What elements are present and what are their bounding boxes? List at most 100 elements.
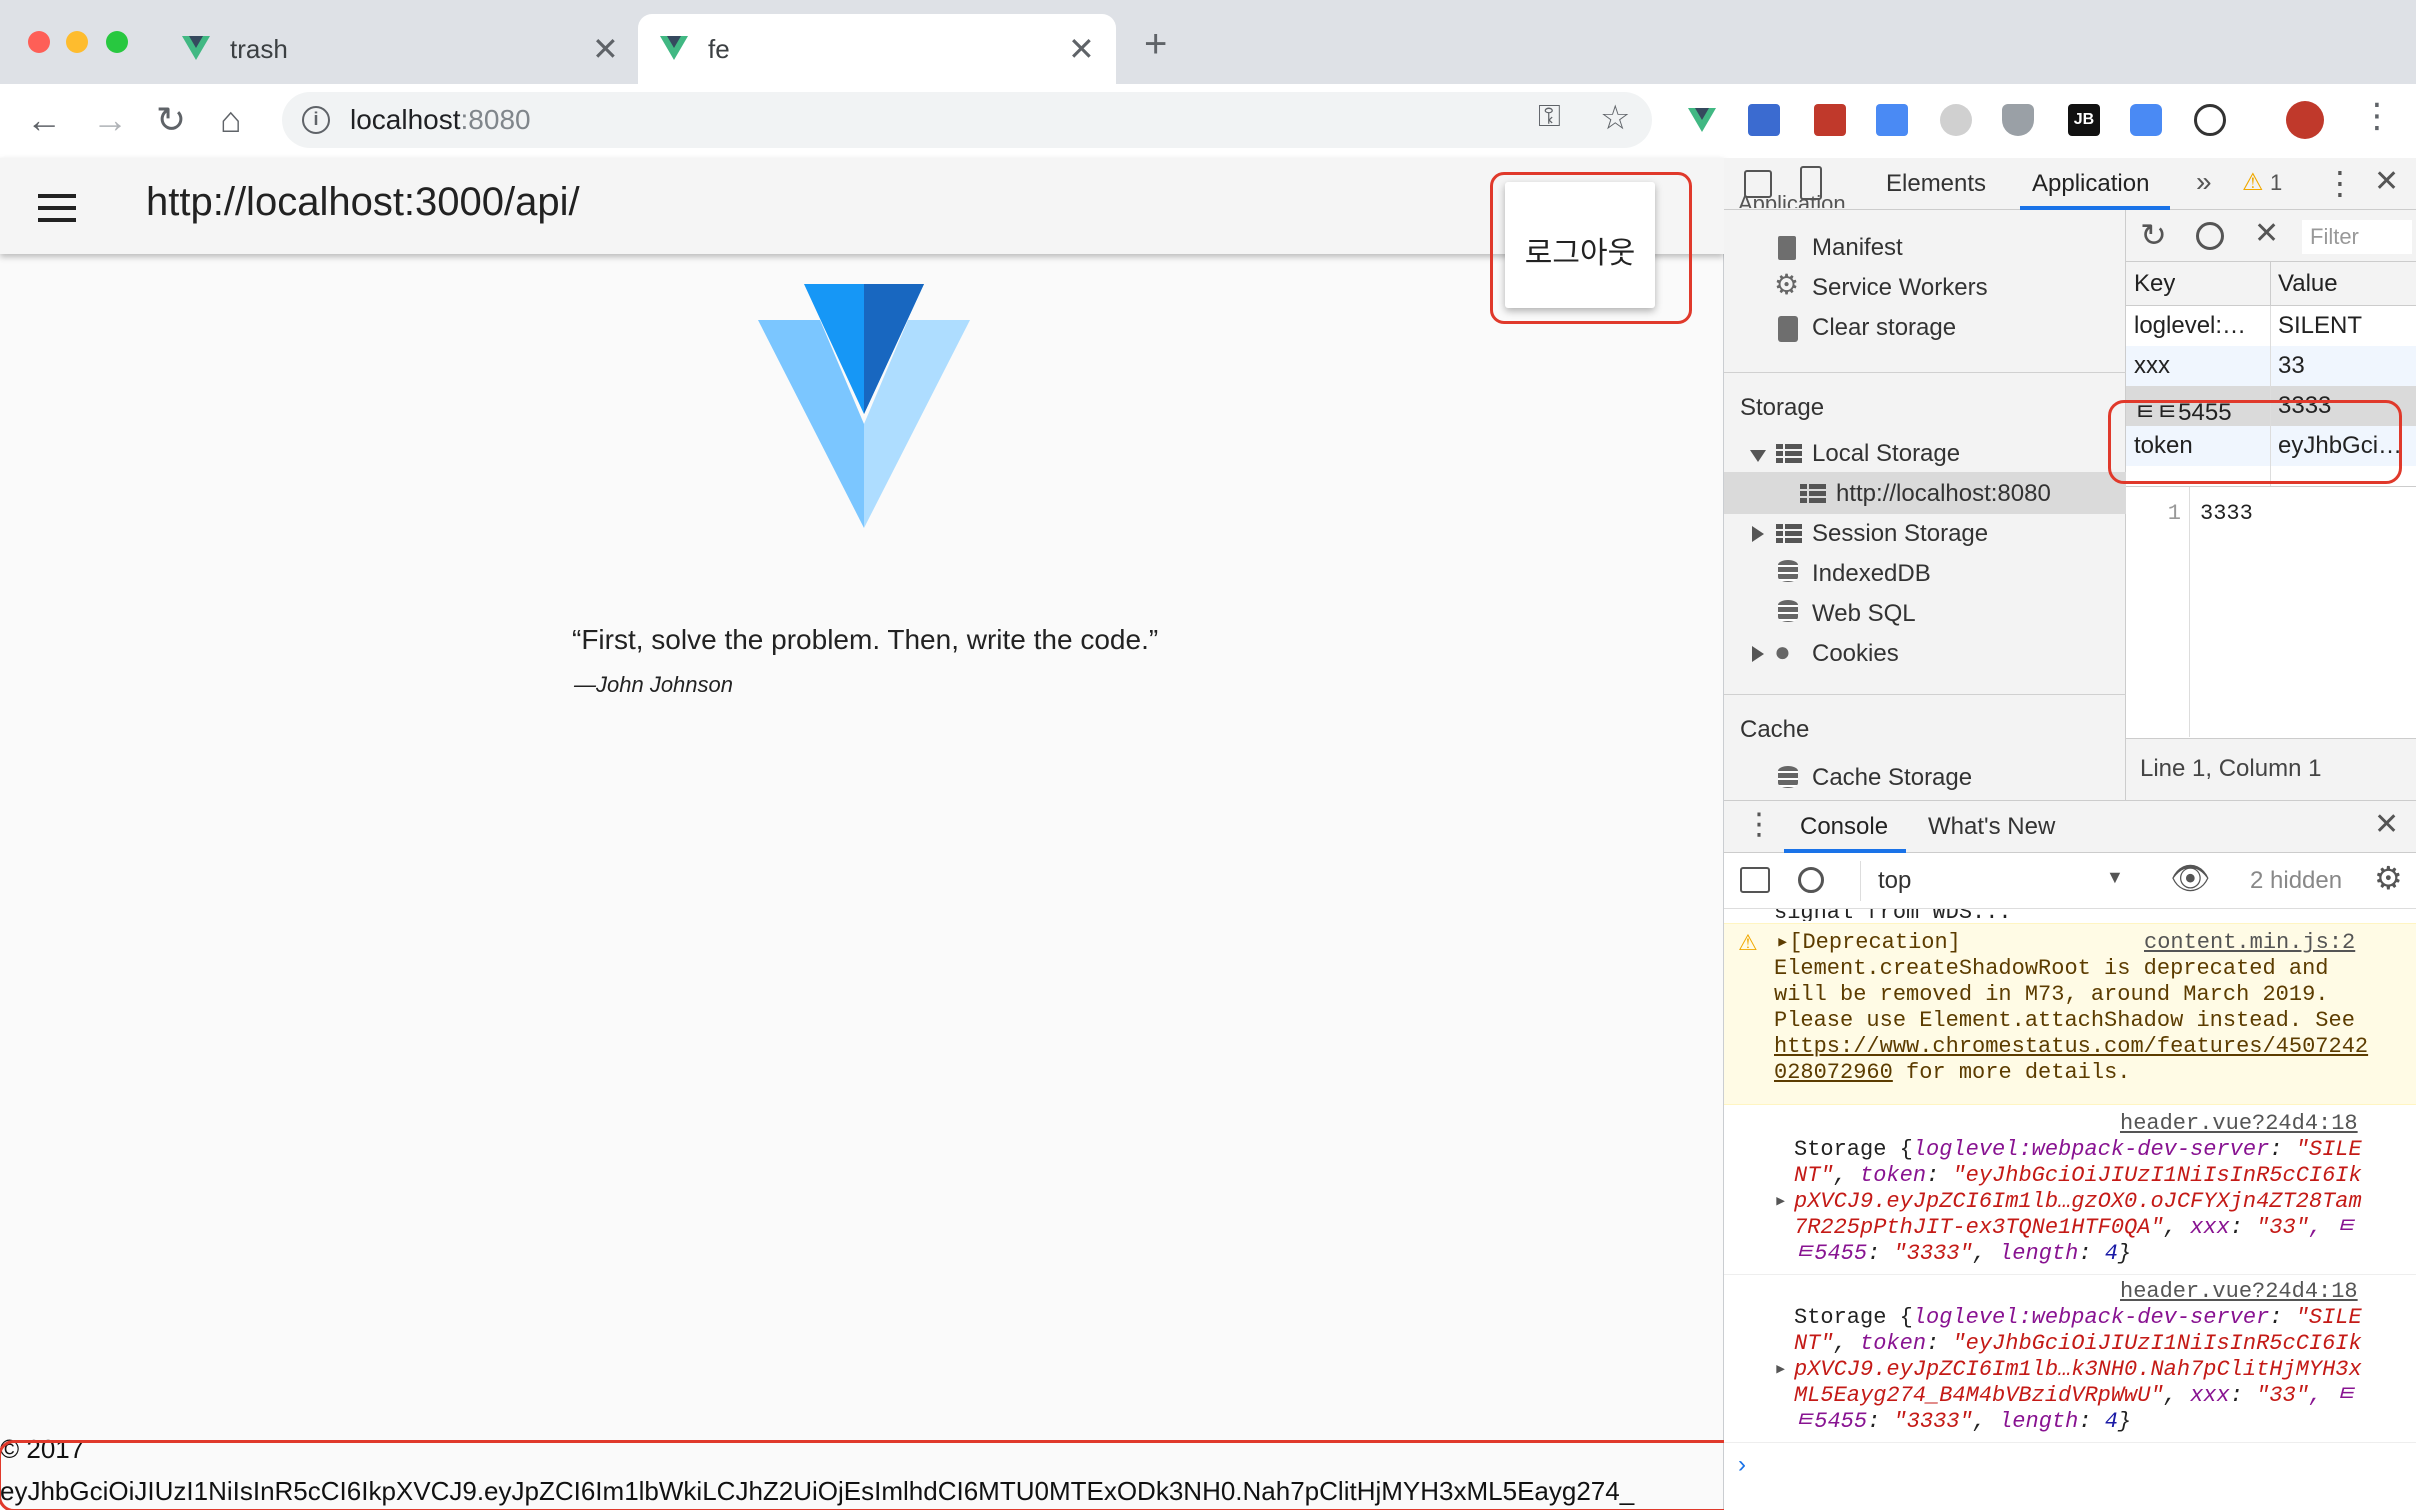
clear-console-icon[interactable] xyxy=(1798,867,1824,893)
table-icon xyxy=(1776,524,1802,544)
warning-icon[interactable]: ⚠ xyxy=(2242,168,2264,197)
annotation-box xyxy=(0,1440,1746,1510)
sidebar-item-local-storage[interactable]: Local Storage xyxy=(1812,440,1960,468)
bookmark-star-icon[interactable]: ☆ xyxy=(1600,98,1630,138)
clear-all-icon[interactable] xyxy=(2196,222,2224,250)
origin-label: http://localhost:8080 xyxy=(1836,480,2051,507)
console-message: signal from WDS... xyxy=(1774,909,2012,921)
table-row[interactable]: xxx 33 xyxy=(2126,346,2416,386)
log-line: Storage {loglevel:webpack-dev-server: "S… xyxy=(1794,1305,2362,1330)
log-line: NT", token: "eyJhbGciOiJIUzI1NiIsInR5cCI… xyxy=(1794,1163,2362,1188)
address-bar[interactable]: i localhost:8080 ⚿ ☆ xyxy=(282,92,1652,148)
source-link[interactable]: content.min.js:2 xyxy=(2144,930,2355,956)
maximize-window-button[interactable] xyxy=(106,31,128,53)
source-link[interactable]: header.vue?24d4:18 xyxy=(2120,1279,2358,1305)
sidebar-item-localhost-origin[interactable]: http://localhost:8080 xyxy=(1724,472,2126,514)
key-icon[interactable]: ⚿ xyxy=(1538,100,1561,134)
tab-strip: trash ✕ fe ✕ + xyxy=(0,0,2416,84)
chromestatus-link[interactable]: https://www.chromestatus.com/features/45… xyxy=(1774,1034,2368,1060)
new-tab-button[interactable]: + xyxy=(1144,22,1167,67)
delete-selected-icon[interactable]: ✕ xyxy=(2254,216,2279,251)
deprecation-head[interactable]: ▸[Deprecation] xyxy=(1776,930,1961,956)
sidebar-item-clear-storage[interactable]: Clear storage xyxy=(1812,314,1956,342)
column-header-value[interactable]: Value xyxy=(2278,270,2338,298)
menu-dots-icon[interactable]: ⋮ xyxy=(2360,96,2394,136)
console-input[interactable] xyxy=(1764,1445,2404,1485)
drawer-tabs: ⋮ Console What's New ✕ xyxy=(1724,801,2416,853)
sidebar-item-web-sql[interactable]: Web SQL xyxy=(1812,600,1916,628)
translate-extension-icon[interactable] xyxy=(1876,104,1908,136)
table-header: Key Value xyxy=(2126,262,2416,306)
database-icon xyxy=(1778,560,1798,582)
jetbrains-extension-icon[interactable]: JB xyxy=(2068,104,2100,136)
forward-arrow-icon[interactable]: → xyxy=(92,100,128,140)
console-prompt-icon: › xyxy=(1738,1451,1746,1478)
console-text: will be removed in M73, around March 201… xyxy=(1774,982,2329,1007)
download-extension-icon[interactable] xyxy=(1748,104,1780,136)
tab-elements[interactable]: Elements xyxy=(1886,170,1986,198)
expand-caret-icon[interactable] xyxy=(1752,526,1764,542)
filter-input[interactable]: Filter xyxy=(2302,220,2412,254)
reload-icon[interactable]: ↻ xyxy=(156,100,186,140)
devtools-menu-icon[interactable]: ⋮ xyxy=(2324,164,2356,202)
info-icon[interactable]: i xyxy=(302,106,330,134)
column-header-key[interactable]: Key xyxy=(2134,270,2175,298)
close-tab-icon[interactable]: ✕ xyxy=(1068,30,1095,68)
close-tab-icon[interactable]: ✕ xyxy=(592,30,619,68)
browser-tab-fe[interactable]: fe ✕ xyxy=(638,14,1116,84)
expand-caret-icon[interactable] xyxy=(1750,450,1766,462)
vue-devtools-extension-icon[interactable] xyxy=(1686,104,1718,136)
browser-tab-trash[interactable]: trash ✕ xyxy=(170,14,630,84)
sidebar-item-indexeddb[interactable]: IndexedDB xyxy=(1812,560,1931,588)
eye-icon[interactable]: 👁 xyxy=(2170,859,2211,897)
chevron-down-icon: ▼ xyxy=(2106,867,2124,887)
close-drawer-icon[interactable]: ✕ xyxy=(2374,807,2399,842)
log-line: ㅌ5455: "3333", length: 4} xyxy=(1794,1241,2132,1266)
line-number: 1 xyxy=(2167,501,2181,526)
sidebar-item-cookies[interactable]: Cookies xyxy=(1812,640,1899,668)
refresh-icon[interactable]: ↻ xyxy=(2140,216,2167,254)
sidebar-item-cache-storage[interactable]: Cache Storage xyxy=(1812,764,1972,792)
annotation-box xyxy=(1490,172,1692,324)
expand-caret-icon[interactable] xyxy=(1752,646,1764,662)
console-settings-icon[interactable]: ⚙ xyxy=(2374,859,2403,897)
close-window-button[interactable] xyxy=(28,31,50,53)
value-preview: 3333 xyxy=(2200,501,2253,526)
drawer-menu-icon[interactable]: ⋮ xyxy=(1744,807,1774,842)
more-tabs-icon[interactable]: » xyxy=(2196,166,2212,198)
extension-icon[interactable] xyxy=(2130,104,2162,136)
page-title: http://localhost:3000/api/ xyxy=(146,180,580,224)
tab-console[interactable]: Console xyxy=(1800,813,1888,841)
home-icon[interactable]: ⌂ xyxy=(220,100,242,140)
annotation-box xyxy=(2108,400,2402,484)
avatar[interactable] xyxy=(2286,101,2324,139)
chromestatus-link[interactable]: 028072960 xyxy=(1774,1060,1893,1085)
cookie-icon: ● xyxy=(1774,636,1791,667)
context-select[interactable]: top ▼ xyxy=(1870,863,2130,899)
local-storage-view: ↻ ✕ Filter Key Value loglevel:… SILENT x… xyxy=(2126,210,2416,800)
database-icon xyxy=(1778,766,1798,788)
close-devtools-icon[interactable]: ✕ xyxy=(2374,164,2399,199)
tab-application[interactable]: Application xyxy=(2032,170,2149,198)
sidebar-toggle-icon[interactable] xyxy=(1740,867,1770,893)
sidebar-item-session-storage[interactable]: Session Storage xyxy=(1812,520,1988,548)
log-line: 7R225pPthJIT-ex3TQNe1HTF0QA", xxx: "33",… xyxy=(1794,1215,2356,1240)
table-row[interactable]: loglevel:… SILENT xyxy=(2126,306,2416,346)
log-line: pXVCJ9.eyJpZCI6Im1lb…k3NH0.Nah7pClitHjMY… xyxy=(1794,1357,2362,1382)
status-bar: Line 1, Column 1 xyxy=(2126,738,2416,800)
sidebar-item-service-workers[interactable]: Service Workers xyxy=(1812,274,1988,302)
log-line: ㅌ5455: "3333", length: 4} xyxy=(1794,1409,2132,1434)
hamburger-menu-icon[interactable] xyxy=(38,194,76,222)
shield-extension-icon[interactable] xyxy=(2002,104,2034,136)
back-arrow-icon[interactable]: ← xyxy=(26,100,62,140)
expand-object-icon[interactable]: ▸ xyxy=(1774,1189,1787,1215)
sidebar-item-manifest[interactable]: Manifest xyxy=(1812,234,1903,262)
alert-extension-icon[interactable] xyxy=(2194,104,2226,136)
minimize-window-button[interactable] xyxy=(66,31,88,53)
quote-text: “First, solve the problem. Then, write t… xyxy=(572,624,1159,655)
expand-object-icon[interactable]: ▸ xyxy=(1774,1357,1787,1383)
extension-icon[interactable] xyxy=(1940,104,1972,136)
tab-whats-new[interactable]: What's New xyxy=(1928,813,2055,841)
source-link[interactable]: header.vue?24d4:18 xyxy=(2120,1111,2358,1137)
pdf-extension-icon[interactable] xyxy=(1814,104,1846,136)
